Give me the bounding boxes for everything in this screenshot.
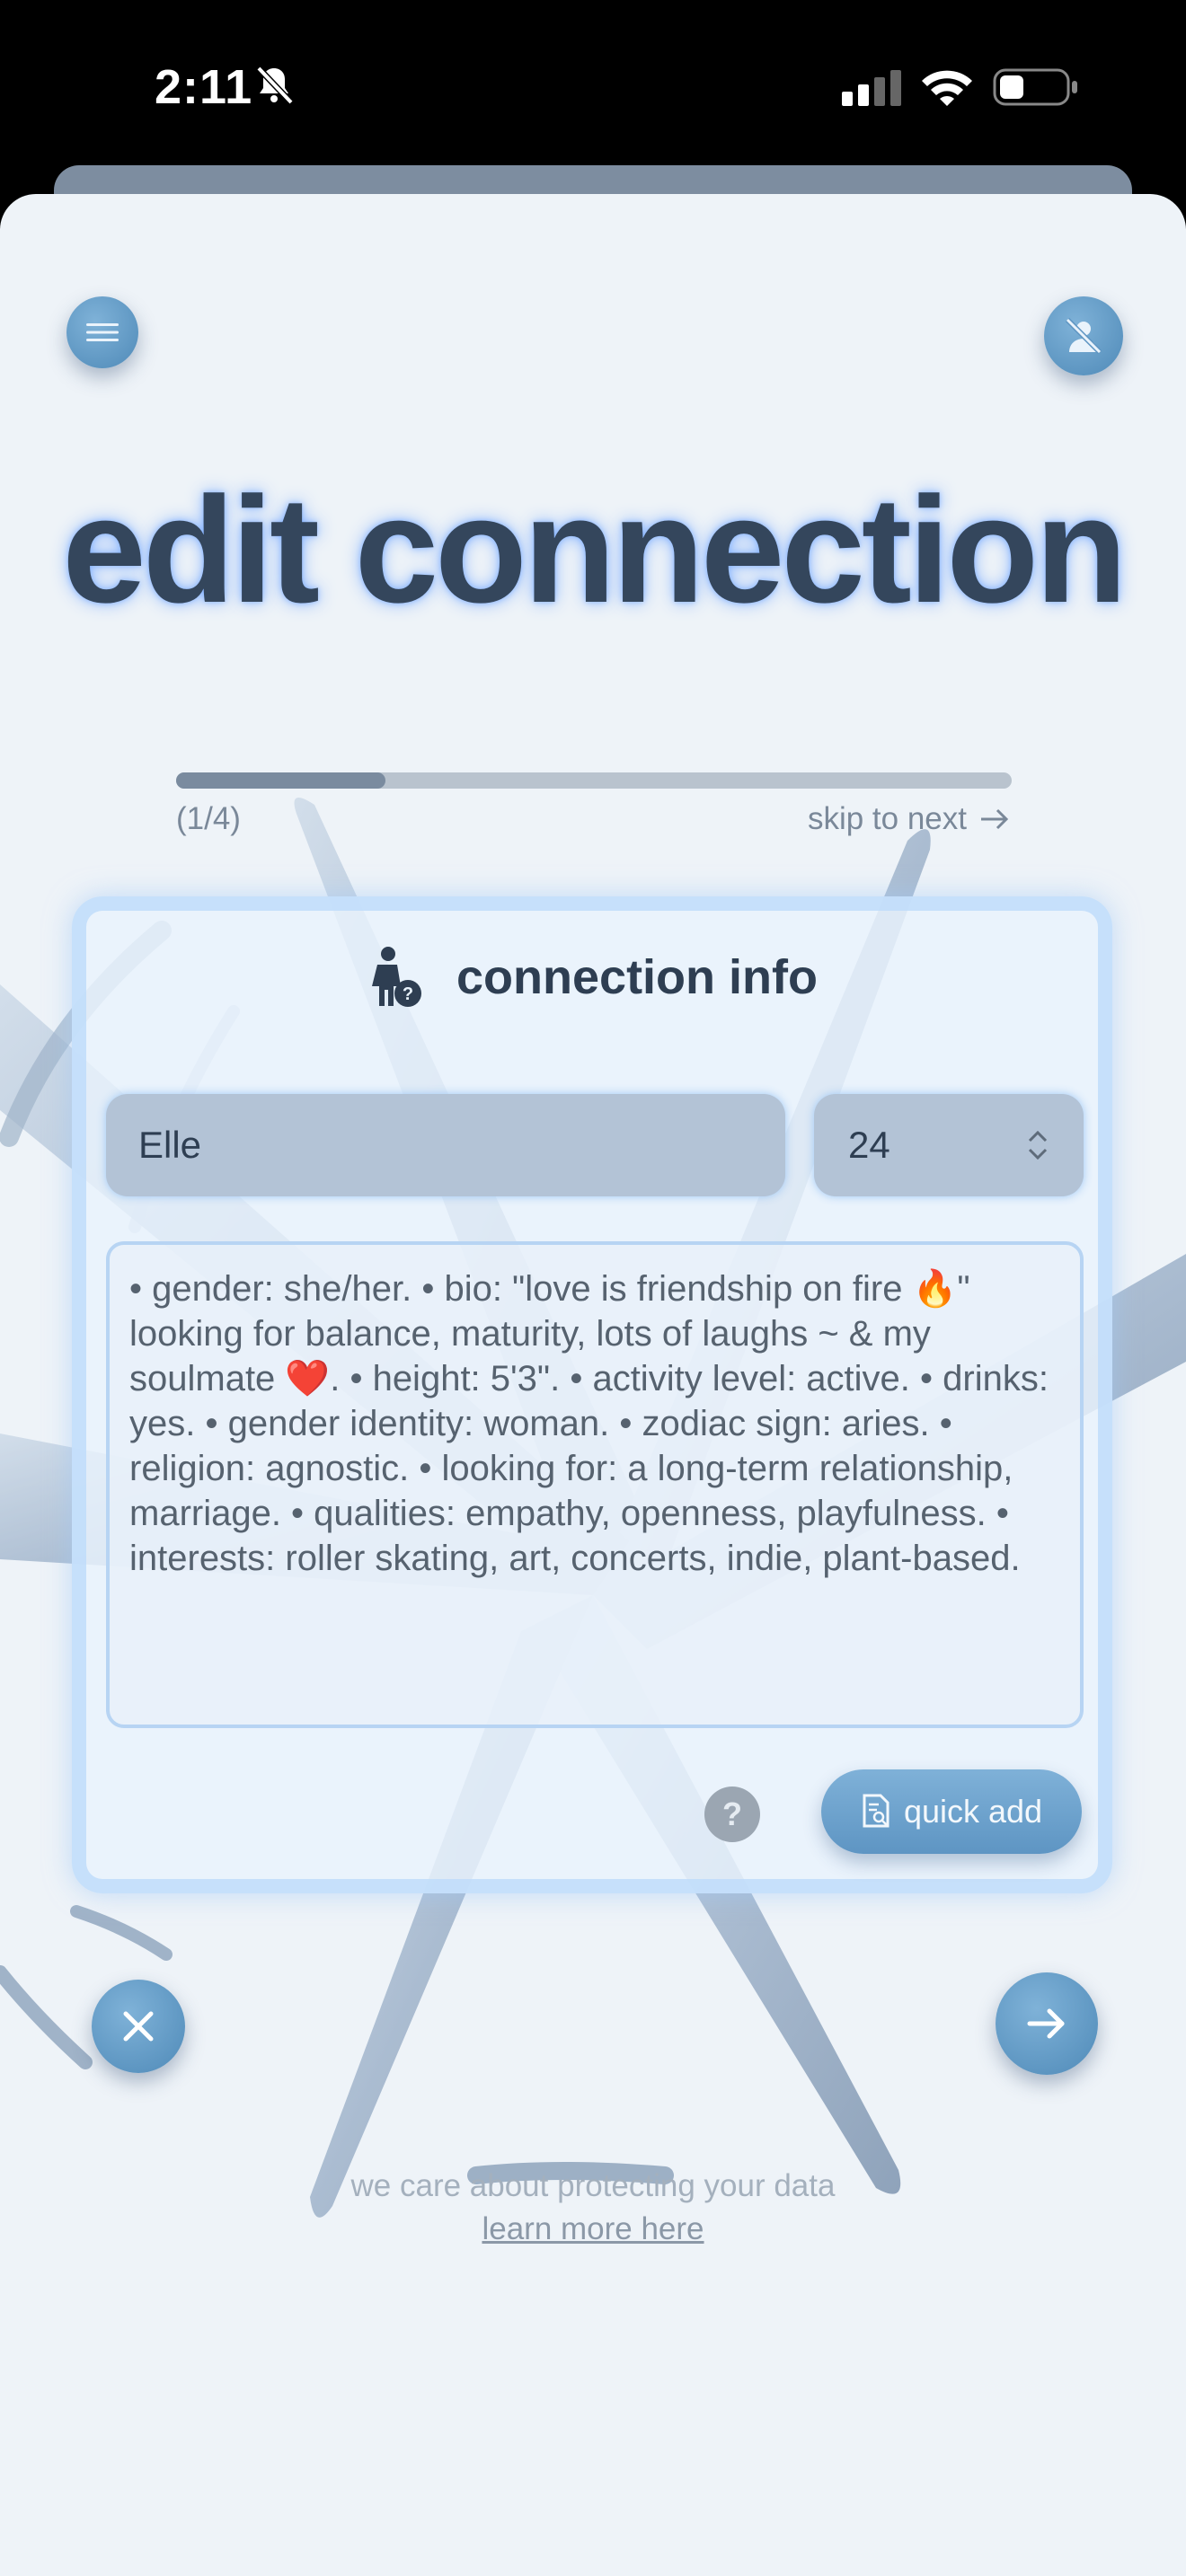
quick-add-label: quick add: [903, 1793, 1043, 1830]
close-button[interactable]: [92, 1980, 185, 2073]
cellular-signal-icon: [842, 70, 901, 106]
document-search-icon: [863, 1794, 890, 1828]
battery-icon: [993, 68, 1077, 106]
arrow-right-icon: [981, 808, 1009, 830]
progress-bar-fill: [176, 772, 385, 789]
status-bar: 2:11: [0, 0, 1186, 171]
bio-textarea[interactable]: • gender: she/her. • bio: "love is frien…: [106, 1241, 1084, 1728]
learn-more-link[interactable]: learn more here: [0, 2211, 1186, 2247]
page-title: edit connection: [62, 465, 1127, 634]
age-select-value: 24: [848, 1124, 890, 1166]
main-sheet: edit connection (1/4) skip to next ? con…: [0, 194, 1186, 2576]
help-button[interactable]: ?: [704, 1786, 760, 1842]
card-header: ? connection info: [86, 945, 1098, 1010]
status-time: 2:11: [155, 60, 253, 114]
bell-slash-icon: [256, 66, 294, 105]
age-select[interactable]: 24: [814, 1094, 1084, 1196]
next-button[interactable]: [996, 1972, 1098, 2075]
person-question-icon: ?: [372, 947, 422, 1007]
connection-info-card: ? connection info Elle 24 • gender: she/…: [72, 896, 1112, 1893]
profile-button[interactable]: [1044, 296, 1123, 375]
close-icon: [123, 2011, 154, 2042]
step-indicator: (1/4): [176, 801, 241, 836]
chevron-up-down-icon: [1028, 1130, 1048, 1160]
quick-add-button[interactable]: quick add: [821, 1769, 1082, 1854]
progress-bar: [176, 772, 1012, 789]
menu-button[interactable]: [66, 296, 138, 368]
name-input-value: Elle: [138, 1124, 202, 1166]
name-input[interactable]: Elle: [106, 1094, 785, 1196]
card-title: connection info: [456, 950, 818, 1004]
arrow-right-icon: [1027, 2008, 1065, 2039]
hamburger-menu-icon: [86, 323, 119, 341]
wifi-icon: [922, 70, 972, 106]
person-slash-icon: [1065, 317, 1102, 355]
svg-text:?: ?: [403, 984, 413, 1004]
skip-label: skip to next: [807, 801, 967, 836]
skip-to-next-button[interactable]: skip to next: [808, 801, 1010, 837]
privacy-notice: we care about protecting your data: [350, 2168, 836, 2203]
